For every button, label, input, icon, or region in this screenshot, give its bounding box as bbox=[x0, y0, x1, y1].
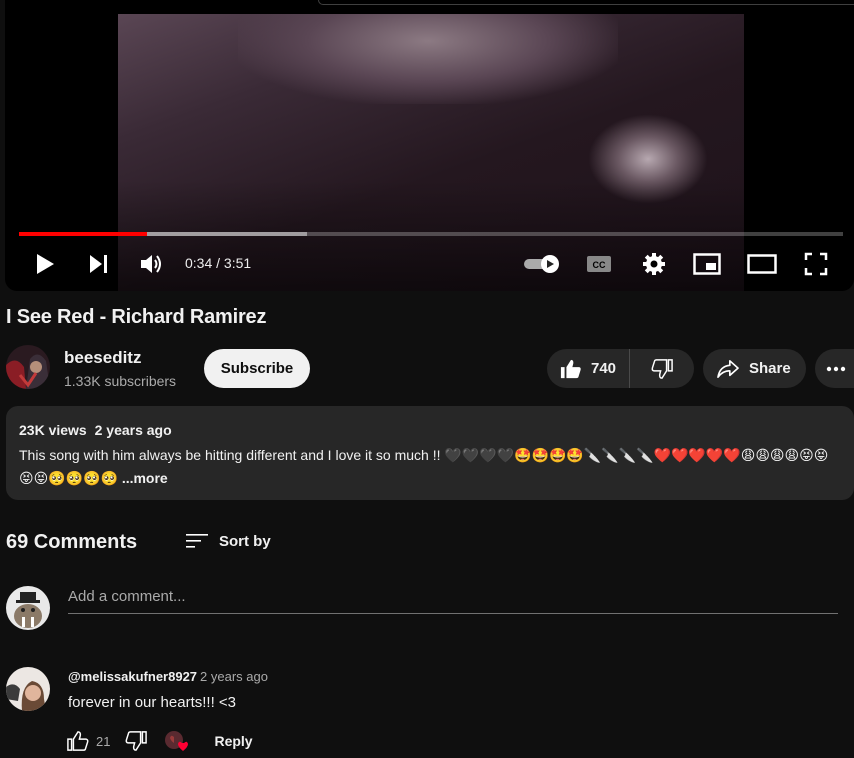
user-avatar-image bbox=[6, 586, 50, 630]
like-dislike-group: 740 bbox=[547, 349, 694, 388]
video-player[interactable]: 0:34 / 3:51 CC bbox=[5, 0, 854, 291]
comment-text: forever in our hearts!!! <3 bbox=[68, 694, 237, 711]
like-button[interactable]: 740 bbox=[547, 349, 630, 388]
volume-icon bbox=[141, 255, 161, 273]
fullscreen-button[interactable] bbox=[802, 250, 830, 278]
progress-played bbox=[19, 232, 147, 236]
play-button[interactable] bbox=[31, 250, 59, 278]
sort-label: Sort by bbox=[219, 532, 271, 550]
captions-icon: CC bbox=[587, 256, 611, 272]
share-button[interactable]: Share bbox=[703, 349, 806, 388]
show-more-link[interactable]: ...more bbox=[122, 470, 168, 486]
next-button[interactable] bbox=[85, 250, 113, 278]
captions-button[interactable]: CC bbox=[585, 250, 613, 278]
comment-actions: 21 Reply bbox=[66, 729, 253, 753]
thumbs-up-icon bbox=[67, 731, 89, 751]
miniplayer-icon bbox=[693, 253, 721, 275]
subscribe-button[interactable]: Subscribe bbox=[204, 349, 310, 388]
share-icon bbox=[717, 359, 739, 378]
thumbs-down-icon bbox=[126, 731, 148, 751]
comment-author-avatar-image bbox=[6, 667, 50, 711]
sort-button[interactable]: Sort by bbox=[185, 531, 271, 551]
miniplayer-button[interactable] bbox=[692, 250, 722, 278]
comment-author[interactable]: @melissakufner8927 bbox=[68, 669, 197, 684]
gear-icon bbox=[643, 253, 665, 275]
play-icon bbox=[37, 254, 54, 274]
autoplay-toggle[interactable] bbox=[523, 250, 561, 278]
channel-avatar[interactable] bbox=[6, 345, 50, 389]
user-avatar bbox=[6, 586, 50, 630]
settings-button[interactable] bbox=[640, 250, 668, 278]
reply-button[interactable]: Reply bbox=[214, 733, 252, 749]
description-meta: 23K views 2 years ago bbox=[19, 422, 172, 438]
description-text: This song with him always be hitting dif… bbox=[19, 444, 839, 490]
comments-count: 69 Comments bbox=[6, 531, 138, 553]
comment-dislike-button[interactable] bbox=[124, 730, 148, 752]
top-edge-divider bbox=[318, 0, 854, 5]
more-horizontal-icon bbox=[826, 366, 845, 371]
comment-like-button[interactable] bbox=[66, 730, 90, 752]
channel-name[interactable]: beeseditz bbox=[64, 348, 141, 368]
share-label: Share bbox=[749, 360, 791, 377]
theater-mode-button[interactable] bbox=[746, 250, 778, 278]
theater-icon bbox=[747, 254, 777, 274]
progress-bar[interactable] bbox=[19, 232, 843, 236]
comment-header: @melissakufner8927 2 years ago bbox=[68, 669, 268, 684]
time-display: 0:34 / 3:51 bbox=[185, 255, 252, 271]
view-count: 23K views bbox=[19, 422, 87, 438]
fullscreen-icon bbox=[804, 252, 828, 276]
thumbs-up-icon bbox=[560, 359, 581, 378]
comment-like-count: 21 bbox=[96, 733, 111, 749]
skip-next-icon bbox=[90, 255, 107, 273]
like-count: 740 bbox=[591, 360, 617, 377]
video-title: I See Red - Richard Ramirez bbox=[6, 306, 267, 328]
description-box[interactable]: 23K views 2 years ago This song with him… bbox=[6, 406, 854, 500]
thumbs-down-icon bbox=[651, 358, 673, 379]
creator-heart-badge bbox=[164, 730, 189, 752]
sort-icon bbox=[186, 534, 208, 548]
add-comment-input[interactable]: Add a comment... bbox=[68, 588, 838, 614]
channel-avatar-image bbox=[6, 345, 50, 389]
more-actions-button[interactable] bbox=[815, 349, 854, 388]
svg-text:CC: CC bbox=[593, 260, 606, 270]
volume-button[interactable] bbox=[137, 250, 167, 278]
comment-time[interactable]: 2 years ago bbox=[200, 669, 268, 684]
comment-author-avatar[interactable] bbox=[6, 667, 50, 711]
autoplay-toggle-icon bbox=[524, 255, 559, 273]
upload-age: 2 years ago bbox=[94, 422, 172, 438]
dislike-button[interactable] bbox=[630, 349, 694, 388]
creator-heart-icon bbox=[165, 731, 189, 751]
subscriber-count: 1.33K subscribers bbox=[64, 373, 177, 389]
